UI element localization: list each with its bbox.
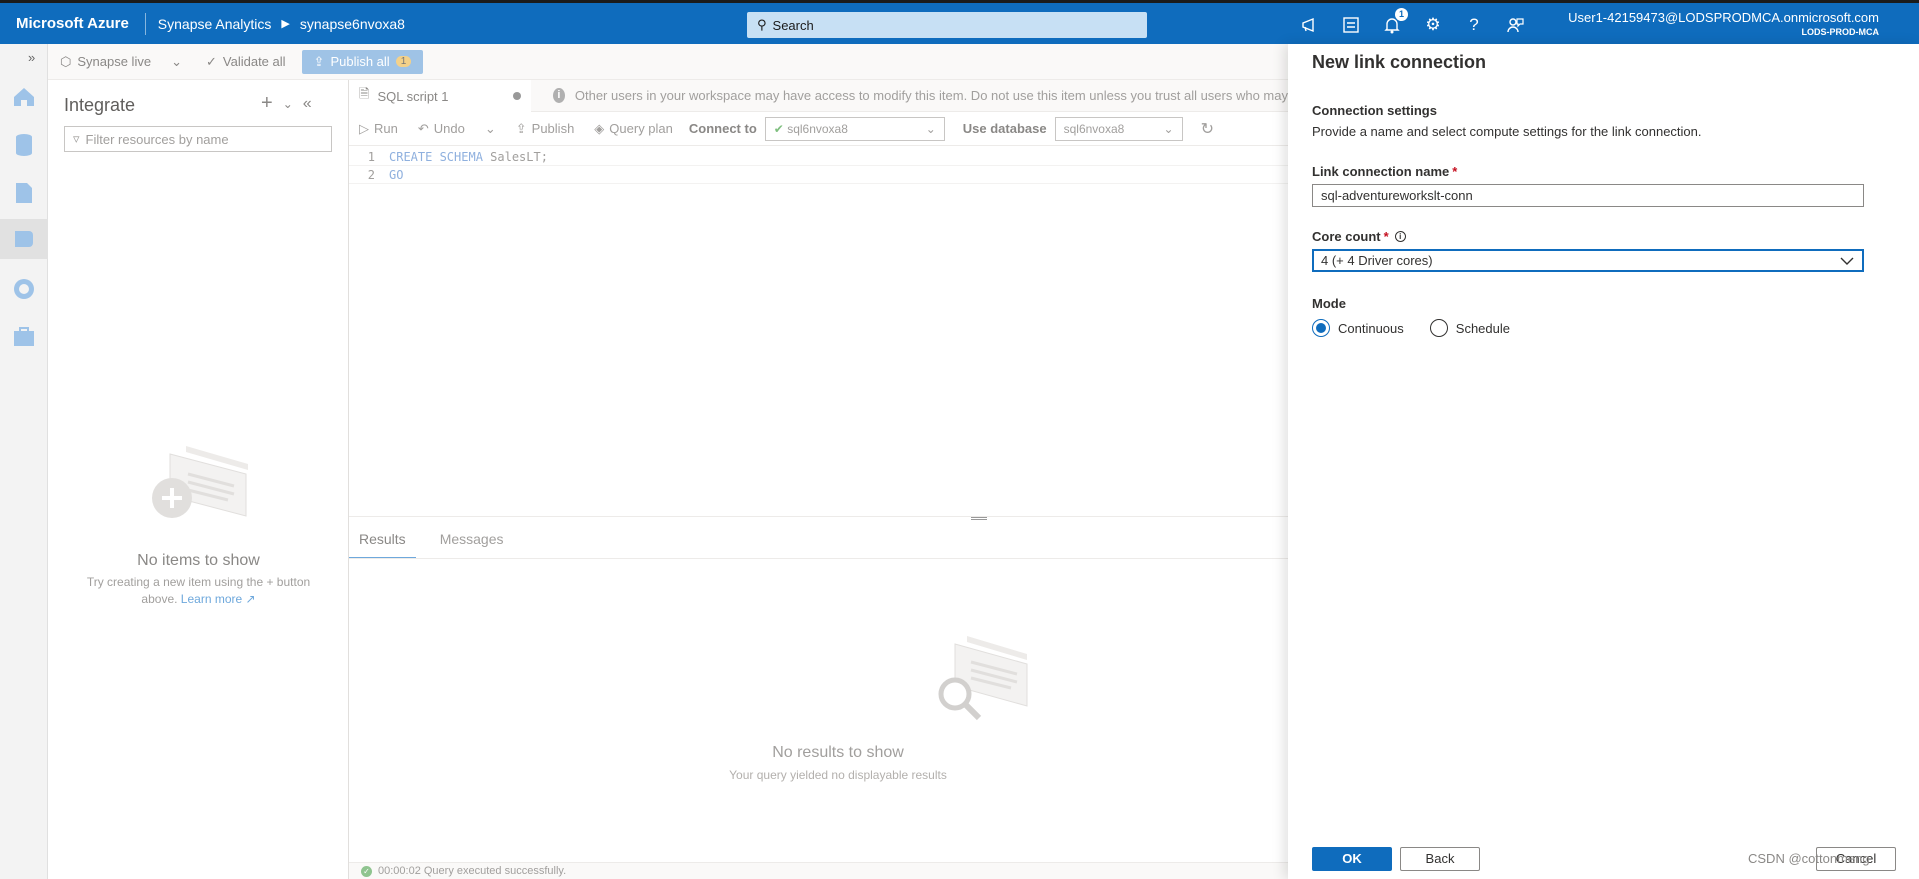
top-icons: 1 ⚙ ?: [1300, 3, 1525, 47]
notifications-bell-icon[interactable]: 1: [1382, 8, 1408, 35]
breadcrumb: Synapse Analytics ▶ synapse6nvoxa8: [158, 16, 405, 32]
mode-continuous-label: Continuous: [1338, 320, 1404, 336]
help-icon[interactable]: ?: [1464, 15, 1484, 35]
breadcrumb-service[interactable]: Synapse Analytics: [158, 16, 272, 32]
new-link-connection-panel: New link connection Connection settings …: [1288, 44, 1919, 879]
chevron-down-icon: [1840, 253, 1854, 268]
feedback-icon[interactable]: [1505, 15, 1525, 35]
azure-top-bar: Microsoft Azure Synapse Analytics ▶ syna…: [0, 0, 1919, 44]
connection-settings-description: Provide a name and select compute settin…: [1312, 124, 1702, 139]
global-search-input[interactable]: ⚲ Search: [747, 12, 1147, 38]
mode-continuous-radio[interactable]: Continuous: [1312, 319, 1404, 337]
directory-switch-icon[interactable]: [1341, 15, 1361, 35]
core-count-select[interactable]: 4 (+ 4 Driver cores): [1312, 249, 1864, 272]
account-menu[interactable]: User1-42159473@LODSPRODMCA.onmicrosoft.c…: [1568, 10, 1879, 37]
search-icon: ⚲: [757, 17, 767, 32]
core-count-label: Core count * i: [1312, 229, 1406, 244]
mode-schedule-label: Schedule: [1455, 320, 1510, 336]
chevron-right-icon: ▶: [281, 18, 290, 30]
mode-schedule-radio[interactable]: Schedule: [1429, 319, 1510, 337]
csdn-watermark: CSDN @cotton­meng: [1748, 851, 1870, 866]
modal-backdrop[interactable]: [0, 44, 1288, 879]
ok-button[interactable]: OK: [1312, 847, 1392, 871]
panel-title: New link connection: [1312, 52, 1487, 72]
link-connection-name-label: Link connection name *: [1312, 164, 1457, 179]
azure-brand[interactable]: Microsoft Azure: [0, 12, 146, 35]
user-email: User1-42159473@LODSPRODMCA.onmicrosoft.c…: [1568, 10, 1879, 25]
info-icon[interactable]: i: [1394, 231, 1406, 242]
connection-settings-heading: Connection settings: [1312, 103, 1437, 118]
link-connection-name-input[interactable]: [1312, 184, 1864, 207]
search-placeholder: Search: [772, 17, 814, 33]
settings-gear-icon[interactable]: ⚙: [1423, 15, 1443, 35]
core-count-value: 4 (+ 4 Driver cores): [1321, 253, 1433, 268]
radio-selected-icon: [1312, 319, 1330, 337]
back-button[interactable]: Back: [1400, 847, 1480, 871]
tenant-name: LODS-PROD-MCA: [1801, 27, 1880, 37]
required-marker: *: [1452, 164, 1458, 179]
announcement-icon[interactable]: [1300, 15, 1320, 35]
required-marker: *: [1383, 229, 1389, 244]
mode-label: Mode: [1312, 296, 1346, 311]
breadcrumb-workspace[interactable]: synapse6nvoxa8: [300, 16, 405, 32]
radio-unselected-icon: [1429, 319, 1448, 337]
core-count-text: Core count: [1312, 229, 1381, 244]
notifications-badge: 1: [1395, 8, 1408, 21]
link-connection-name-text: Link connection name: [1312, 164, 1450, 179]
mode-radio-group: Continuous Schedule: [1312, 319, 1510, 337]
